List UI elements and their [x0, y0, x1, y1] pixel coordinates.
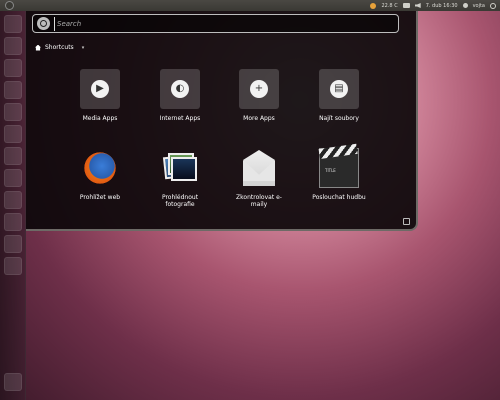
place-more-apps[interactable]: + More Apps [229, 69, 289, 122]
place-label: Media Apps [82, 115, 118, 122]
ubuntu-logo-button[interactable] [5, 1, 14, 10]
find-files-icon: ▤ [319, 69, 359, 109]
firefox-icon [80, 148, 120, 188]
top-panel: 22.8 C 7. dub 16:30 vojta [0, 0, 500, 11]
launcher-item-files[interactable] [4, 235, 22, 253]
clock-label[interactable]: 7. dub 16:30 [426, 3, 458, 9]
more-apps-icon: + [239, 69, 279, 109]
search-icon[interactable] [37, 17, 50, 30]
search-input[interactable] [54, 17, 394, 31]
launcher-item-ubuntu-one[interactable] [4, 191, 22, 209]
app-view-photos[interactable]: Prohlédnout fotografie [150, 148, 210, 208]
volume-icon[interactable] [414, 3, 421, 8]
dash: Shortcuts ▾ ▶ Media Apps ◐ Internet Apps… [26, 11, 418, 231]
place-find-files[interactable]: ▤ Najít soubory [309, 69, 369, 122]
launcher-item-apps[interactable] [4, 213, 22, 231]
search-box [32, 14, 399, 33]
place-label: Najít soubory [319, 115, 359, 122]
launcher-item-app[interactable] [4, 103, 22, 121]
launcher-item-home[interactable] [4, 15, 22, 33]
temperature-label[interactable]: 22.8 C [381, 3, 397, 9]
app-browse-web[interactable]: Prohlížet web [70, 148, 130, 201]
clapperboard-icon: TITLE [318, 143, 359, 188]
launcher-item-mail[interactable] [4, 81, 22, 99]
app-check-email[interactable]: Zkontrolovat e-maily [229, 148, 289, 208]
app-label: Zkontrolovat e-maily [236, 194, 282, 208]
home-icon [35, 44, 41, 51]
mail-envelope-icon [243, 150, 275, 186]
app-listen-music[interactable]: TITLE Poslouchat hudbu [309, 143, 369, 201]
filter-row[interactable]: Shortcuts ▾ [35, 43, 84, 52]
launcher-item-software-center[interactable] [4, 169, 22, 187]
place-internet-apps[interactable]: ◐ Internet Apps [150, 69, 210, 122]
launcher-item-writer[interactable] [4, 125, 22, 143]
app-label: Prohlížet web [79, 194, 121, 201]
media-apps-icon: ▶ [80, 69, 120, 109]
launcher-item-workspaces[interactable] [4, 257, 22, 275]
app-label: Prohlédnout fotografie [161, 194, 199, 208]
launcher-item-terminal[interactable] [4, 59, 22, 77]
app-label: Poslouchat hudbu [312, 194, 366, 201]
username-label[interactable]: vojta [473, 3, 485, 9]
place-label: Internet Apps [159, 115, 201, 122]
filter-label: Shortcuts [45, 44, 74, 51]
launcher [0, 11, 26, 400]
chevron-down-icon[interactable]: ▾ [82, 45, 85, 51]
launcher-item-impress[interactable] [4, 147, 22, 165]
weather-icon[interactable] [370, 2, 377, 9]
mail-icon[interactable] [402, 3, 410, 8]
launcher-item-trash[interactable] [4, 373, 22, 391]
place-label: More Apps [243, 115, 275, 122]
power-icon[interactable] [490, 2, 496, 9]
launcher-item-firefox[interactable] [4, 37, 22, 55]
internet-apps-icon: ◐ [160, 69, 200, 109]
photos-icon [160, 148, 200, 188]
place-media-apps[interactable]: ▶ Media Apps [70, 69, 130, 122]
indicator-tray: 22.8 C 7. dub 16:30 vojta [370, 2, 496, 9]
fullscreen-toggle-icon[interactable] [403, 218, 410, 225]
user-icon[interactable] [462, 3, 468, 8]
